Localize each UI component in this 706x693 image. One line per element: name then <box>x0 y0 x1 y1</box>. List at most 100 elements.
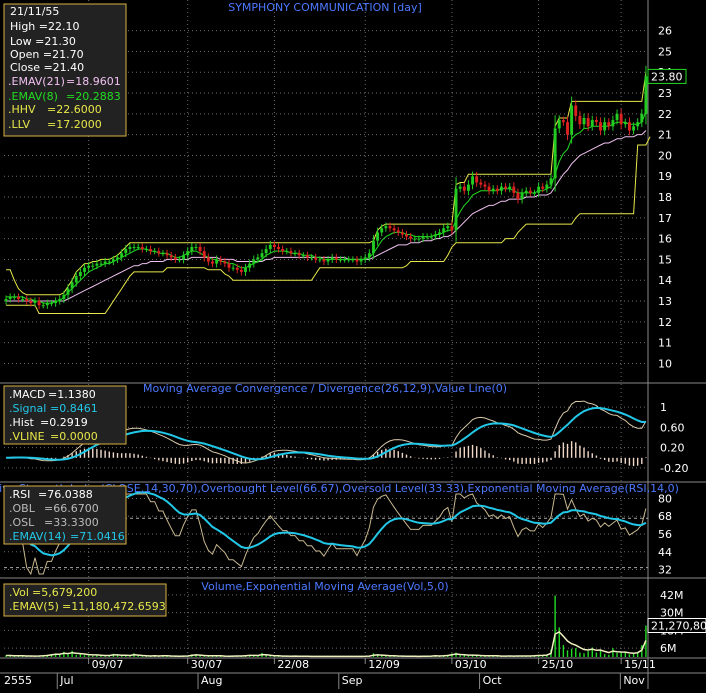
candle-body <box>549 178 553 185</box>
candle-body <box>264 249 268 254</box>
candle-body <box>367 253 371 258</box>
candle-body <box>442 228 446 233</box>
candle-body <box>396 230 400 233</box>
macd-y-tick: 0.20 <box>660 442 685 455</box>
last-volume-label: 21,270,800 <box>651 620 706 633</box>
info-close: Close =21.40 <box>10 61 84 74</box>
candle-body <box>557 120 561 129</box>
candle-body <box>475 176 479 183</box>
price-y-tick: 25 <box>658 45 672 58</box>
candle-body <box>83 267 86 272</box>
candle-body <box>570 105 574 135</box>
rsi-y-tick: 68 <box>658 510 672 523</box>
last-volume-tag: 21,270,800 <box>647 618 706 633</box>
candle-body <box>417 238 421 240</box>
date-tick-label: 09/07 <box>92 658 124 671</box>
info-high: High =22.10 <box>10 20 80 33</box>
candle-body <box>66 288 70 295</box>
month-label: Nov <box>623 674 645 687</box>
candle-body <box>553 128 557 179</box>
candle-body <box>458 186 462 189</box>
candle-body <box>260 253 264 258</box>
candle-body <box>351 259 355 261</box>
candle-body <box>640 113 644 123</box>
candle-body <box>615 113 619 121</box>
candle-body <box>405 234 408 237</box>
price-y-tick: 23 <box>658 87 672 100</box>
candle-body <box>603 122 607 131</box>
last-price-tag: 23.80 <box>647 68 687 84</box>
date-tick-label: 30/07 <box>191 658 223 671</box>
candle-body <box>50 303 53 305</box>
candle-body <box>528 190 532 193</box>
candle-body <box>239 269 243 272</box>
candle-body <box>111 259 115 262</box>
candle-body <box>70 282 74 289</box>
candle-body <box>140 246 144 250</box>
macd-y-tick: 0.60 <box>660 421 685 434</box>
candle-body <box>491 188 495 191</box>
candle-body <box>541 186 545 189</box>
candle-body <box>17 296 20 299</box>
candle-body <box>186 251 190 256</box>
price-y-tick: 13 <box>658 295 672 308</box>
month-label: Jul <box>59 674 73 687</box>
candle-body <box>454 188 458 231</box>
candle-body <box>623 122 627 125</box>
candle-body <box>384 226 388 229</box>
candle-body <box>116 257 119 260</box>
candle-body <box>318 259 322 261</box>
price-chart-title: SYMPHONY COMMUNICATION [day] <box>228 1 422 14</box>
candle-body <box>429 236 433 238</box>
volume-ema-line <box>6 630 647 658</box>
candle-body <box>566 122 569 135</box>
candle-body <box>305 255 309 258</box>
candle-body <box>479 182 483 185</box>
rsi-info-rsi: .RSI =76.0388 <box>9 488 93 501</box>
candle-body <box>310 257 313 259</box>
candle-body <box>537 186 541 193</box>
vol-y-tick: 6M <box>660 642 677 655</box>
candle-body <box>425 236 429 238</box>
candle-body <box>376 232 380 241</box>
price-y-tick: 14 <box>658 274 672 287</box>
candle-body <box>136 246 140 248</box>
price-y-tick: 22 <box>658 108 672 121</box>
date-tick-label: 25/10 <box>542 658 574 671</box>
candle-body <box>219 259 223 262</box>
candle-body <box>37 301 41 306</box>
legend-emav21: .EMAV(21)=18.9601 <box>8 75 121 88</box>
price-y-tick: 26 <box>658 25 672 38</box>
candle-body <box>582 118 586 125</box>
candle-body <box>25 298 29 302</box>
month-label: Aug <box>201 674 222 687</box>
candle-body <box>41 305 45 307</box>
candle-body <box>594 120 598 123</box>
candle-body <box>248 263 252 268</box>
price-y-tick: 20 <box>658 149 672 162</box>
vol-info-vol: .Vol =5,679,200 <box>9 586 97 599</box>
stock-chart-svg: 101112131415161718192021222324252610.600… <box>0 0 706 689</box>
candle-body <box>149 249 152 252</box>
price-y-tick: 10 <box>658 357 672 370</box>
price-y-tick: 15 <box>658 253 672 266</box>
candle-body <box>487 186 491 191</box>
volume-chart-title: Volume,Exponential Moving Average(Vol,5,… <box>201 580 448 593</box>
macd-y-tick: 1 <box>660 401 667 414</box>
candle-body <box>12 296 16 298</box>
volume-info-box: .Vol =5,679,200 .EMAV(5) =11,180,472.6593 <box>3 583 167 617</box>
candle-body <box>421 236 425 239</box>
macd-info-signal: .Signal =0.8461 <box>9 402 98 415</box>
month-label: Sep <box>342 674 363 687</box>
candle-body <box>8 296 12 299</box>
candle-body <box>78 271 82 277</box>
price-y-tick: 18 <box>658 191 672 204</box>
macd-info-macd: .MACD =1.1380 <box>9 388 96 401</box>
candle-body <box>54 301 58 304</box>
candle-body <box>227 263 231 268</box>
macd-info-hist: .Hist =0.2919 <box>9 416 88 429</box>
candle-body <box>87 265 91 268</box>
price-y-tick: 12 <box>658 316 672 329</box>
candle-body <box>355 259 359 262</box>
candle-body <box>120 253 124 258</box>
